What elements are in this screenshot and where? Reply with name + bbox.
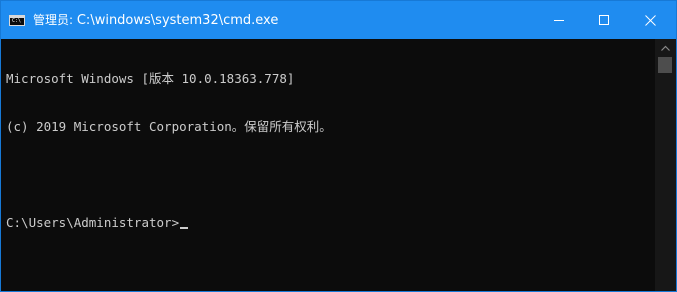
console-prompt-line[interactable]: C:\Users\Administrator>	[6, 215, 655, 231]
icon-prompt-glyph: C:\	[12, 18, 22, 24]
cmd-window: C:\ 管理员: C:\windows\system32\cmd.exe Mic…	[0, 0, 677, 292]
console-line-copyright: (c) 2019 Microsoft Corporation。保留所有权利。	[6, 119, 332, 134]
scroll-up-button[interactable]	[655, 39, 676, 56]
window-title-path: C:\windows\system32\cmd.exe	[76, 13, 279, 28]
maximize-icon	[599, 15, 609, 25]
close-button[interactable]	[627, 1, 673, 39]
console-output[interactable]: Microsoft Windows [版本 10.0.18363.778] (c…	[1, 39, 655, 291]
minimize-icon	[554, 19, 564, 21]
text-cursor	[180, 227, 189, 229]
maximize-button[interactable]	[581, 1, 627, 39]
chevron-up-icon	[661, 45, 670, 51]
minimize-button[interactable]	[536, 1, 582, 39]
vertical-scrollbar[interactable]	[655, 39, 676, 291]
window-title: 管理员: C:\windows\system32\cmd.exe	[33, 12, 278, 29]
cmd-terminal-icon[interactable]: C:\	[9, 15, 25, 26]
console-prompt: C:\Users\Administrator>	[6, 215, 180, 230]
window-title-prefix: 管理员:	[33, 13, 77, 27]
scrollbar-thumb[interactable]	[658, 57, 672, 73]
title-bar[interactable]: C:\ 管理员: C:\windows\system32\cmd.exe	[1, 1, 676, 39]
close-icon	[644, 14, 656, 26]
console-line-version: Microsoft Windows [版本 10.0.18363.778]	[6, 71, 295, 86]
